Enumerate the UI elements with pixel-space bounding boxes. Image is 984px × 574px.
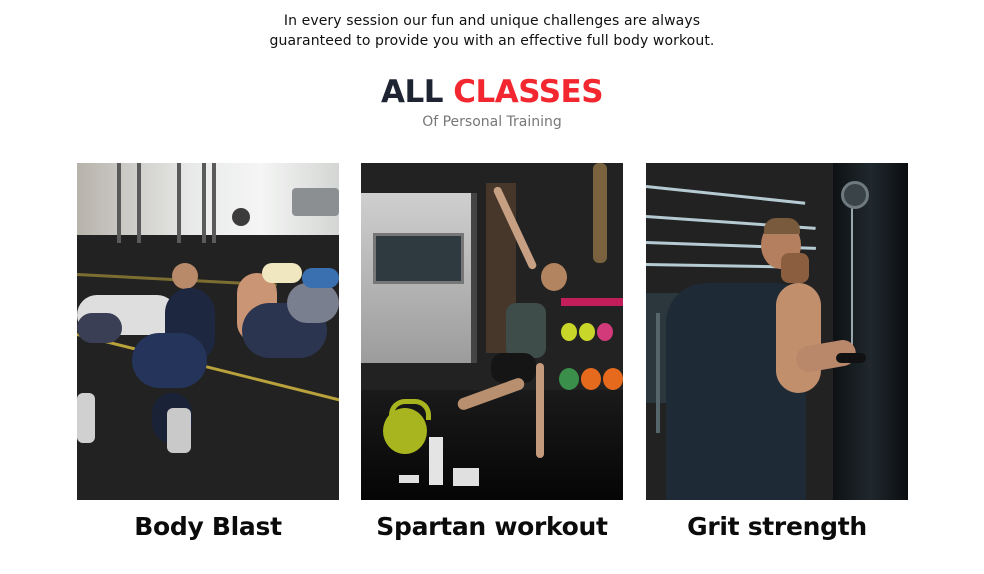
section-title: ALL CLASSES	[0, 72, 984, 112]
section-subtitle: Of Personal Training	[422, 114, 562, 130]
title-word-classes: CLASSES	[453, 74, 604, 110]
title-word-all: ALL	[380, 74, 444, 110]
side-plank-photo[interactable]	[361, 163, 623, 500]
intro-text: In every session our fun and unique chal…	[0, 11, 984, 51]
class-card-grit-strength[interactable]: Grit strength	[646, 163, 908, 544]
classes-section: In every session our fun and unique chal…	[0, 0, 984, 574]
class-title[interactable]: Spartan workout	[361, 510, 623, 544]
intro-line-1: In every session our fun and unique chal…	[283, 13, 701, 29]
class-card-body-blast[interactable]: Body Blast	[77, 163, 339, 544]
intro-line-2: guaranteed to provide you with an effect…	[269, 33, 715, 49]
class-title[interactable]: Grit strength	[646, 510, 908, 544]
class-card-spartan-workout[interactable]: Spartan workout	[361, 163, 623, 544]
class-title[interactable]: Body Blast	[77, 510, 339, 544]
group-plank-photo[interactable]	[77, 163, 339, 500]
cable-machine-photo[interactable]	[646, 163, 908, 500]
